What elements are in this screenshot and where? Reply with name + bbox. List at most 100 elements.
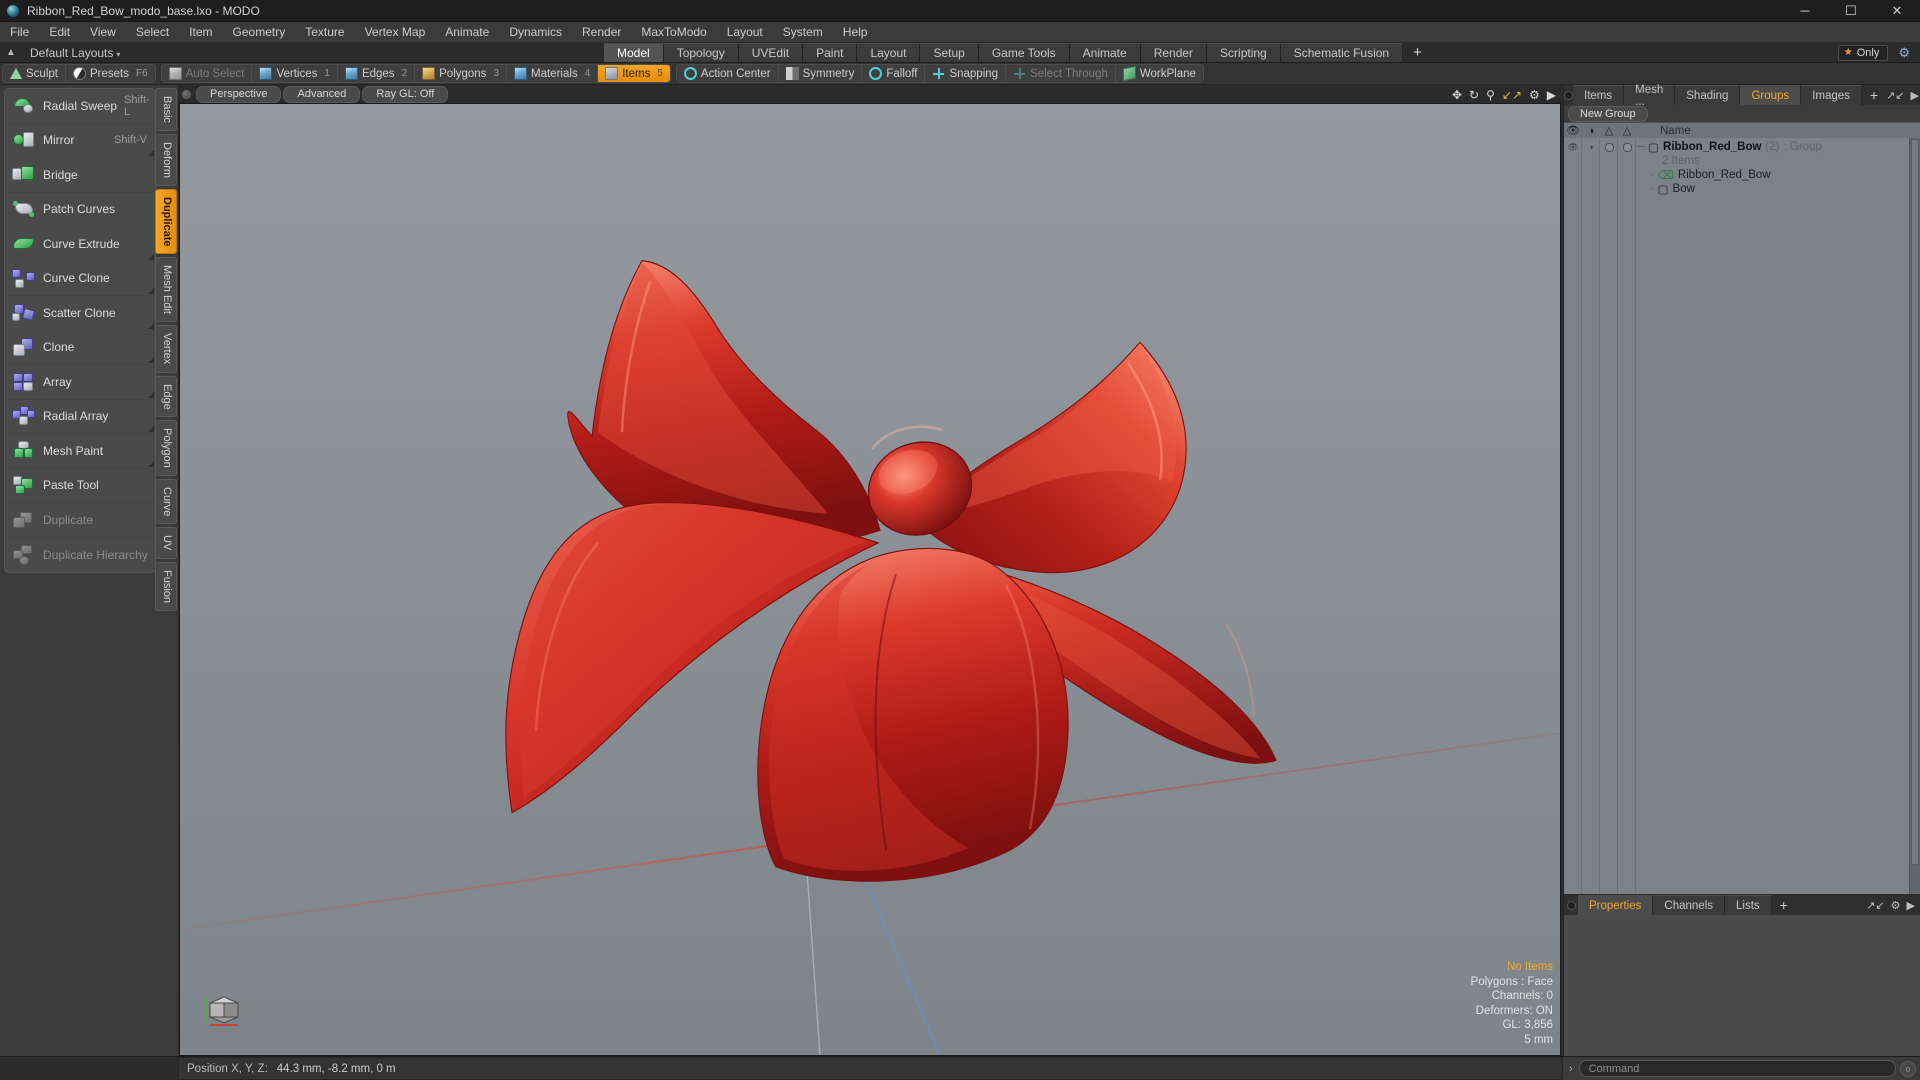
tab-schematic-fusion[interactable]: Schematic Fusion <box>1280 43 1404 62</box>
tab-groups[interactable]: Groups <box>1740 85 1802 105</box>
menu-item-layout[interactable]: Layout <box>717 22 773 43</box>
submenu-corner-icon[interactable] <box>148 357 154 363</box>
tool-paste-tool[interactable]: Paste Tool <box>5 468 155 503</box>
toolbar-snapping-button[interactable]: Snapping <box>925 65 1007 82</box>
row-visibility-eye-icon[interactable]: 👁 <box>1564 142 1582 153</box>
tool-duplicate-hierarchy[interactable]: Duplicate Hierarchy <box>5 537 155 572</box>
tab-setup[interactable]: Setup <box>920 43 979 62</box>
gear-icon[interactable]: ⚙ <box>1891 899 1901 912</box>
menu-item-geometry[interactable]: Geometry <box>223 22 296 43</box>
menu-item-select[interactable]: Select <box>126 22 179 43</box>
toolbar-action-center-button[interactable]: Action Center <box>677 65 779 82</box>
tab-paint[interactable]: Paint <box>803 43 858 62</box>
tab-model[interactable]: Model <box>604 43 664 62</box>
add-properties-tab-button[interactable]: + <box>1771 895 1796 915</box>
only-toggle[interactable]: ★ Only <box>1837 44 1889 61</box>
submenu-corner-icon[interactable] <box>148 253 154 260</box>
gear-icon[interactable]: ⚙ <box>1529 88 1540 102</box>
tab-mesh[interactable]: Mesh ... <box>1624 84 1676 108</box>
viewport-perspective-button[interactable]: Perspective <box>196 86 282 103</box>
tab-channels[interactable]: Channels <box>1653 895 1726 915</box>
vtab-uv[interactable]: UV <box>155 527 177 559</box>
menu-item-render[interactable]: Render <box>572 22 631 43</box>
vtab-basic[interactable]: Basic <box>155 88 177 131</box>
menu-item-view[interactable]: View <box>80 22 126 43</box>
tool-radial-sweep[interactable]: Radial Sweep Shift-L <box>5 89 155 124</box>
vtab-mesh-edit[interactable]: Mesh Edit <box>155 257 177 323</box>
menu-item-file[interactable]: File <box>0 22 39 43</box>
menu-item-dynamics[interactable]: Dynamics <box>499 22 572 43</box>
toolbar-materials-button[interactable]: Materials 4 <box>507 65 599 82</box>
default-layouts-dropdown[interactable]: Default Layouts ▾ <box>22 46 128 60</box>
tool-curve-extrude[interactable]: Curve Extrude <box>5 227 155 262</box>
toolbar-vertices-button[interactable]: Vertices 1 <box>252 65 338 82</box>
submenu-corner-icon[interactable] <box>148 150 154 156</box>
panel-arrow-icon[interactable]: ▶ <box>1911 89 1919 102</box>
toolbar-falloff-button[interactable]: Falloff <box>862 65 926 82</box>
tab-scripting[interactable]: Scripting <box>1207 43 1281 62</box>
expand-panel-icon[interactable]: ↗↙ <box>1886 89 1904 102</box>
home-arrow-icon[interactable]: ▲ <box>0 43 22 62</box>
command-chevron-icon[interactable]: › <box>1567 1063 1575 1075</box>
zoom-icon[interactable]: ⚲ <box>1486 88 1495 102</box>
tool-bridge[interactable]: Bridge <box>5 158 155 193</box>
minimize-button[interactable]: ─ <box>1782 0 1828 21</box>
toolbar-edges-button[interactable]: Edges 2 <box>338 65 416 82</box>
close-button[interactable]: ✕ <box>1874 0 1920 21</box>
submenu-corner-icon[interactable] <box>148 426 154 432</box>
tool-array[interactable]: Array <box>5 365 155 400</box>
tab-layout[interactable]: Layout <box>857 43 921 62</box>
expand-arrow-icon[interactable]: ▶ <box>1547 88 1556 102</box>
tab-animate[interactable]: Animate <box>1069 43 1141 62</box>
menu-item-system[interactable]: System <box>773 22 833 43</box>
vtab-vertex[interactable]: Vertex <box>155 325 177 373</box>
tab-uvedit[interactable]: UVEdit <box>738 43 804 62</box>
vtab-curve[interactable]: Curve <box>155 479 177 525</box>
command-run-button[interactable]: ○ <box>1900 1060 1916 1077</box>
tool-mirror[interactable]: Mirror Shift-V <box>5 123 155 158</box>
toolbar-select-through-button[interactable]: Select Through <box>1006 65 1116 82</box>
tab-shading[interactable]: Shading <box>1675 85 1741 105</box>
toolbar-sculpt-button[interactable]: Sculpt <box>3 65 66 82</box>
tab-render[interactable]: Render <box>1140 43 1208 62</box>
row-select-checkbox[interactable] <box>1618 142 1636 153</box>
toolbar-workplane-button[interactable]: WorkPlane <box>1116 65 1203 82</box>
fit-icon[interactable]: ↙↗ <box>1502 88 1522 102</box>
maximize-button[interactable]: ☐ <box>1828 0 1874 21</box>
viewport-axis-gizmo[interactable] <box>202 987 248 1033</box>
row-render-icon[interactable]: ◑ <box>1582 142 1600 153</box>
add-panel-tab-button[interactable]: + <box>1861 85 1887 105</box>
tree-row-group[interactable]: 👁 ◑ ─ ▢ Ribbon_Red_Bow (2) : Group <box>1564 140 1920 154</box>
viewport-raygl-button[interactable]: Ray GL: Off <box>362 86 449 103</box>
vtab-edge[interactable]: Edge <box>155 375 177 418</box>
tool-patch-curves[interactable]: Patch Curves <box>5 192 155 227</box>
vtab-duplicate[interactable]: Duplicate <box>155 188 177 255</box>
tab-properties[interactable]: Properties <box>1578 895 1654 915</box>
menu-item-edit[interactable]: Edit <box>39 22 80 43</box>
vtab-deform[interactable]: Deform <box>155 133 177 186</box>
tool-curve-clone[interactable]: Curve Clone <box>5 261 155 296</box>
menu-item-item[interactable]: Item <box>179 22 222 43</box>
panel-menu-dot-icon[interactable] <box>1564 85 1573 105</box>
move-icon[interactable]: ✥ <box>1452 88 1462 102</box>
row-lock-checkbox[interactable] <box>1600 142 1618 153</box>
new-group-button[interactable]: New Group <box>1568 105 1648 122</box>
toolbar-polygons-button[interactable]: Polygons 3 <box>415 65 507 82</box>
menu-item-animate[interactable]: Animate <box>435 22 499 43</box>
tab-images[interactable]: Images <box>1801 85 1862 105</box>
tab-game-tools[interactable]: Game Tools <box>978 43 1070 62</box>
tool-mesh-paint[interactable]: Mesh Paint <box>5 434 155 469</box>
toolbar-presets-button[interactable]: Presets F6 <box>66 65 155 82</box>
menu-item-help[interactable]: Help <box>833 22 878 43</box>
group-tree[interactable]: 👁 ◑ ─ ▢ Ribbon_Red_Bow (2) : Group 2 Ite… <box>1564 138 1920 894</box>
submenu-corner-icon[interactable] <box>148 391 154 398</box>
select-icon[interactable]: △ <box>1618 124 1636 137</box>
vtab-polygon[interactable]: Polygon <box>155 420 177 477</box>
submenu-corner-icon[interactable] <box>148 322 154 329</box>
menu-item-texture[interactable]: Texture <box>295 22 354 43</box>
toolbar-auto-select-button[interactable]: Auto Select <box>162 65 253 82</box>
tree-scrollbar[interactable] <box>1909 138 1920 894</box>
visibility-eye-icon[interactable]: 👁 <box>1564 124 1582 137</box>
menu-item-maxtomodo[interactable]: MaxToModo <box>631 22 716 43</box>
submenu-corner-icon[interactable] <box>148 460 154 467</box>
